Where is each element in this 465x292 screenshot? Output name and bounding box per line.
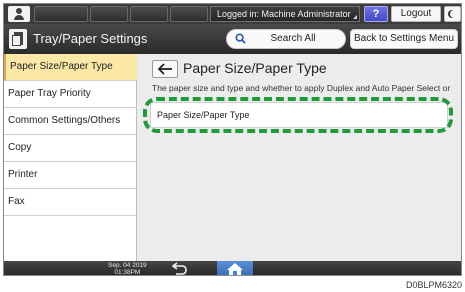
- sidebar-item-paper-tray-priority[interactable]: Paper Tray Priority: [4, 81, 137, 108]
- logout-button[interactable]: Logout: [391, 6, 441, 22]
- time-text: 01:38PM: [114, 269, 141, 276]
- back-arrow-icon: [157, 63, 172, 75]
- date-time: Sep. 04 2019 01:38PM: [108, 262, 147, 276]
- bottom-bar: Sep. 04 2019 01:38PM: [4, 261, 461, 276]
- sidebar-item-paper-size-type[interactable]: Paper Size/Paper Type: [4, 54, 137, 81]
- search-icon: [235, 33, 246, 44]
- tray-paper-icon: [9, 29, 27, 49]
- highlight-callout: [143, 97, 453, 133]
- help-button[interactable]: ?: [364, 6, 388, 22]
- login-status-text: Logged in: Machine Administrator: [217, 9, 351, 19]
- return-icon[interactable]: [164, 262, 192, 276]
- page-title: Paper Size/Paper Type: [183, 60, 327, 76]
- status-segment: [90, 6, 128, 22]
- back-to-settings-menu-button[interactable]: Back to Settings Menu: [350, 29, 458, 49]
- sidebar-item-copy[interactable]: Copy: [4, 135, 137, 162]
- user-icon[interactable]: [8, 6, 30, 22]
- app-title: Tray/Paper Settings: [33, 31, 148, 46]
- login-status[interactable]: Logged in: Machine Administrator: [210, 6, 360, 22]
- category-sidebar: Paper Size/Paper Type Paper Tray Priorit…: [4, 54, 137, 261]
- main-panel: Paper Size/Paper Type The paper size and…: [138, 54, 461, 261]
- status-segment: [34, 6, 88, 22]
- sidebar-item-printer[interactable]: Printer: [4, 162, 137, 189]
- sidebar-item-common-settings[interactable]: Common Settings/Others: [4, 108, 137, 135]
- energy-saver-button[interactable]: [444, 6, 461, 22]
- moon-icon: [450, 10, 458, 18]
- status-segment: [170, 6, 208, 22]
- back-button[interactable]: [152, 60, 178, 78]
- figure-id: D0BLPM6320: [405, 280, 462, 290]
- page-description: The paper size and type and whether to a…: [152, 83, 451, 93]
- device-screen: Logged in: Machine Administrator ? Logou…: [3, 3, 462, 276]
- home-icon: [227, 263, 243, 275]
- title-bar: Tray/Paper Settings Search All Back to S…: [4, 24, 461, 54]
- sidebar-item-fax[interactable]: Fax: [4, 189, 137, 216]
- date-text: Sep. 04 2019: [108, 262, 147, 269]
- search-all-button[interactable]: Search All: [226, 29, 346, 49]
- status-segment: [130, 6, 168, 22]
- system-status-bar: Logged in: Machine Administrator ? Logou…: [4, 4, 461, 24]
- search-all-label: Search All: [270, 33, 316, 44]
- expand-indicator-icon: [353, 15, 357, 19]
- home-button[interactable]: [217, 261, 253, 275]
